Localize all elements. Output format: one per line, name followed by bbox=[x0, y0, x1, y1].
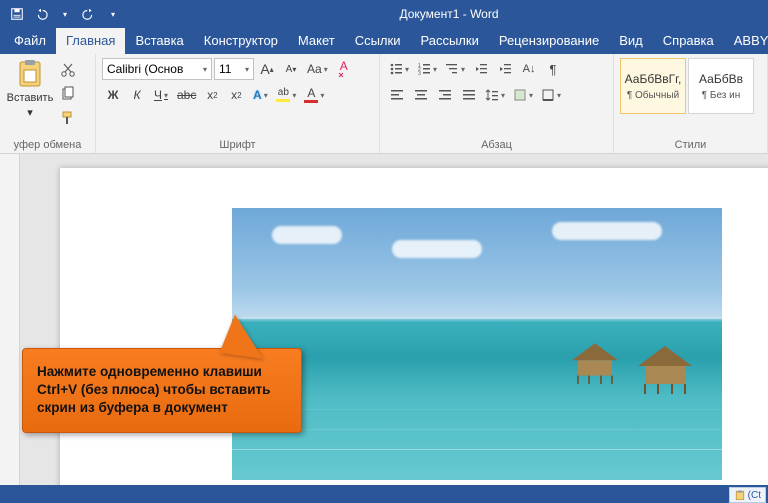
paste-options-button[interactable]: (Ct bbox=[729, 487, 766, 503]
justify-button[interactable] bbox=[458, 84, 480, 106]
status-bar bbox=[0, 485, 768, 503]
group-font-label: Шрифт bbox=[102, 137, 373, 151]
group-paragraph: ▾ 123▾ ▾ A↓ ¶ ▾ ▾ ▾ Абзац bbox=[380, 54, 614, 153]
app-name: Word bbox=[470, 7, 498, 21]
align-left-button[interactable] bbox=[386, 84, 408, 106]
tab-review[interactable]: Рецензирование bbox=[489, 28, 609, 54]
superscript-button[interactable]: x2 bbox=[225, 84, 247, 106]
strikethrough-button[interactable]: abc bbox=[174, 84, 199, 106]
shading-button[interactable]: ▾ bbox=[510, 84, 536, 106]
subscript-button[interactable]: x2 bbox=[201, 84, 223, 106]
style-normal[interactable]: АаБбВвГг, ¶ Обычный bbox=[620, 58, 686, 114]
document-name: Документ1 bbox=[399, 7, 459, 21]
instruction-callout: Нажмите одновременно клавиши Ctrl+V (без… bbox=[22, 348, 302, 433]
quick-access-toolbar: ▾ ▾ bbox=[0, 3, 130, 25]
tab-view[interactable]: Вид bbox=[609, 28, 653, 54]
format-painter-icon[interactable] bbox=[58, 108, 78, 128]
copy-icon[interactable] bbox=[58, 84, 78, 104]
window-title: Документ1 - Word bbox=[130, 7, 768, 21]
save-icon[interactable] bbox=[6, 3, 28, 25]
bold-button[interactable]: Ж bbox=[102, 84, 124, 106]
ribbon: Вставить ▾ уфер обмена Calibri (Основ▾ 1… bbox=[0, 54, 768, 154]
decrease-indent-button[interactable] bbox=[470, 58, 492, 80]
tab-insert[interactable]: Вставка bbox=[125, 28, 193, 54]
callout-tail-icon bbox=[219, 313, 268, 359]
ribbon-tabs: Файл Главная Вставка Конструктор Макет С… bbox=[0, 28, 768, 54]
change-case-button[interactable]: Aa▾ bbox=[304, 58, 331, 80]
font-color-button[interactable]: A▾ bbox=[301, 84, 327, 106]
inserted-image[interactable] bbox=[232, 208, 722, 480]
hut-icon bbox=[572, 343, 618, 380]
tab-home[interactable]: Главная bbox=[56, 28, 125, 54]
align-center-button[interactable] bbox=[410, 84, 432, 106]
chevron-down-icon: ▾ bbox=[27, 106, 33, 119]
tab-references[interactable]: Ссылки bbox=[345, 28, 411, 54]
italic-button[interactable]: К bbox=[126, 84, 148, 106]
tab-file[interactable]: Файл bbox=[4, 28, 56, 54]
group-paragraph-label: Абзац bbox=[386, 137, 607, 151]
group-clipboard-label: уфер обмена bbox=[6, 137, 89, 151]
group-styles: АаБбВвГг, ¶ Обычный АаБбВв ¶ Без ин Стил… bbox=[614, 54, 768, 153]
tab-design[interactable]: Конструктор bbox=[194, 28, 288, 54]
callout-text: Нажмите одновременно клавиши Ctrl+V (без… bbox=[37, 364, 270, 415]
text-effects-button[interactable]: A▾ bbox=[249, 84, 271, 106]
group-font: Calibri (Основ▾ 11▾ A▴ A▾ Aa▾ A Ж К Ч▾ a… bbox=[96, 54, 380, 153]
multilevel-list-button[interactable]: ▾ bbox=[442, 58, 468, 80]
shrink-font-button[interactable]: A▾ bbox=[280, 58, 302, 80]
increase-indent-button[interactable] bbox=[494, 58, 516, 80]
style-no-spacing[interactable]: АаБбВв ¶ Без ин bbox=[688, 58, 754, 114]
cut-icon[interactable] bbox=[58, 60, 78, 80]
show-marks-button[interactable]: ¶ bbox=[542, 58, 564, 80]
highlight-button[interactable]: ab▾ bbox=[273, 84, 299, 106]
vertical-ruler bbox=[0, 154, 20, 485]
title-bar: ▾ ▾ Документ1 - Word bbox=[0, 0, 768, 28]
redo-icon[interactable] bbox=[78, 3, 100, 25]
line-spacing-button[interactable]: ▾ bbox=[482, 84, 508, 106]
paste-label: Вставить bbox=[7, 92, 54, 104]
clear-formatting-button[interactable]: A bbox=[333, 58, 355, 80]
undo-icon[interactable] bbox=[30, 3, 52, 25]
font-size-combo[interactable]: 11▾ bbox=[214, 58, 254, 80]
grow-font-button[interactable]: A▴ bbox=[256, 58, 278, 80]
underline-button[interactable]: Ч▾ bbox=[150, 84, 172, 106]
tab-help[interactable]: Справка bbox=[653, 28, 724, 54]
tab-mailings[interactable]: Рассылки bbox=[410, 28, 488, 54]
undo-more-icon[interactable]: ▾ bbox=[54, 3, 76, 25]
font-name-combo[interactable]: Calibri (Основ▾ bbox=[102, 58, 212, 80]
group-clipboard: Вставить ▾ уфер обмена bbox=[0, 54, 96, 153]
group-styles-label: Стили bbox=[620, 137, 761, 151]
hut-icon bbox=[638, 346, 692, 390]
paste-button[interactable]: Вставить ▾ bbox=[6, 58, 54, 119]
qat-customize-icon[interactable]: ▾ bbox=[102, 3, 124, 25]
align-right-button[interactable] bbox=[434, 84, 456, 106]
borders-button[interactable]: ▾ bbox=[538, 84, 564, 106]
tab-layout[interactable]: Макет bbox=[288, 28, 345, 54]
sort-button[interactable]: A↓ bbox=[518, 58, 540, 80]
numbering-button[interactable]: 123▾ bbox=[414, 58, 440, 80]
tab-abbyy[interactable]: ABBYY bbox=[724, 28, 768, 54]
svg-text:3: 3 bbox=[418, 71, 421, 76]
bullets-button[interactable]: ▾ bbox=[386, 58, 412, 80]
